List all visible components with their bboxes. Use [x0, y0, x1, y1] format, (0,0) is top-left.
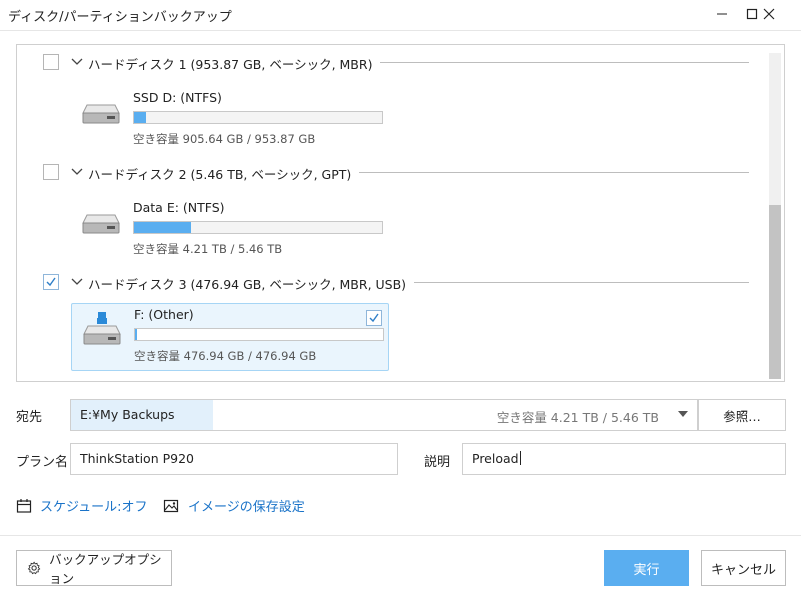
usb-drive-icon [83, 312, 121, 345]
calendar-icon [16, 498, 32, 513]
plan-name-label: プラン名 [16, 455, 69, 470]
usage-bar [134, 328, 384, 341]
partition-f-checkbox[interactable] [366, 310, 382, 326]
partition-space-info: 空き容量 476.94 GB / 476.94 GB [134, 349, 317, 363]
divider-line [357, 62, 749, 63]
disk-1-checkbox[interactable] [43, 54, 59, 70]
image-icon [163, 499, 179, 512]
gear-icon [27, 561, 41, 575]
disk-list-panel: ハードディスク 1 (953.87 GB, ベーシック, MBR) SSD D:… [16, 44, 785, 382]
description-label: 説明 [424, 455, 451, 470]
dropdown-arrow-icon[interactable] [678, 410, 688, 418]
image-settings-link-text[interactable]: イメージの保存設定 [188, 496, 305, 515]
close-button[interactable] [749, 2, 789, 26]
usage-bar-fill [134, 222, 192, 233]
minimize-icon [717, 13, 727, 15]
usage-bar-fill [134, 112, 147, 123]
run-button[interactable]: 実行 [604, 550, 689, 586]
cancel-button[interactable]: キャンセル [701, 550, 786, 586]
backup-options-label: バックアップオプション [49, 552, 162, 586]
drive-icon [82, 104, 120, 124]
partition-space-info: 空き容量 905.64 GB / 953.87 GB [133, 132, 316, 146]
divider-line [357, 282, 749, 283]
window-title: ディスク/パーティションバックアップ [8, 10, 232, 25]
disk-3-label: ハードディスク 3 (476.94 GB, ベーシック, MBR, USB) [88, 274, 415, 293]
divider-line [357, 172, 749, 173]
drive-icon [82, 214, 120, 234]
disk-header-1: ハードディスク 1 (953.87 GB, ベーシック, MBR) [17, 53, 757, 75]
schedule-link[interactable]: スケジュール:オフ [16, 496, 147, 515]
partition-f-other[interactable]: F: (Other) 空き容量 476.94 GB / 476.94 GB [71, 303, 389, 371]
plan-name-input[interactable]: ThinkStation P920 [70, 443, 398, 475]
partition-name: Data E: (NTFS) [133, 200, 225, 215]
partition-ssd-d[interactable]: SSD D: (NTFS) 空き容量 905.64 GB / 953.87 GB [71, 87, 389, 155]
usage-bar [133, 221, 383, 234]
footer-divider [0, 535, 801, 536]
description-value: Preload [472, 451, 521, 466]
text-caret [519, 451, 521, 465]
disk-header-3: ハードディスク 3 (476.94 GB, ベーシック, MBR, USB) [17, 273, 757, 295]
browse-button[interactable]: 参照… [698, 399, 786, 431]
partition-data-e[interactable]: Data E: (NTFS) 空き容量 4.21 TB / 5.46 TB [71, 197, 389, 265]
image-settings-link[interactable]: イメージの保存設定 [163, 496, 305, 515]
destination-select[interactable]: E:¥My Backups 空き容量 4.21 TB / 5.46 TB [70, 399, 698, 431]
scrollbar-thumb[interactable] [769, 205, 781, 379]
schedule-link-text[interactable]: スケジュール:オフ [40, 496, 147, 515]
disk-2-checkbox[interactable] [43, 164, 59, 180]
description-input[interactable]: Preload [462, 443, 786, 475]
partition-name: SSD D: (NTFS) [133, 90, 222, 105]
disk-3-checkbox[interactable] [43, 274, 59, 290]
backup-options-button[interactable]: バックアップオプション [16, 550, 172, 586]
title-divider [0, 30, 801, 31]
destination-label: 宛先 [16, 410, 43, 425]
partition-name: F: (Other) [134, 307, 194, 322]
chevron-down-icon[interactable] [71, 275, 83, 287]
disk-2-label: ハードディスク 2 (5.46 TB, ベーシック, GPT) [88, 164, 360, 183]
destination-path: E:¥My Backups [80, 407, 175, 422]
checkmark-icon [46, 277, 56, 287]
checkmark-icon [369, 313, 379, 323]
close-icon [763, 8, 775, 20]
disk-header-2: ハードディスク 2 (5.46 TB, ベーシック, GPT) [17, 163, 757, 185]
usage-bar-fill [135, 329, 137, 340]
usage-bar [133, 111, 383, 124]
partition-space-info: 空き容量 4.21 TB / 5.46 TB [133, 242, 283, 256]
plan-name-value: ThinkStation P920 [80, 451, 195, 466]
chevron-down-icon[interactable] [71, 55, 83, 67]
destination-free-space: 空き容量 4.21 TB / 5.46 TB [496, 410, 659, 425]
disk-1-label: ハードディスク 1 (953.87 GB, ベーシック, MBR) [88, 54, 381, 73]
title-bar: ディスク/パーティションバックアップ [0, 0, 801, 30]
chevron-down-icon[interactable] [71, 165, 83, 177]
